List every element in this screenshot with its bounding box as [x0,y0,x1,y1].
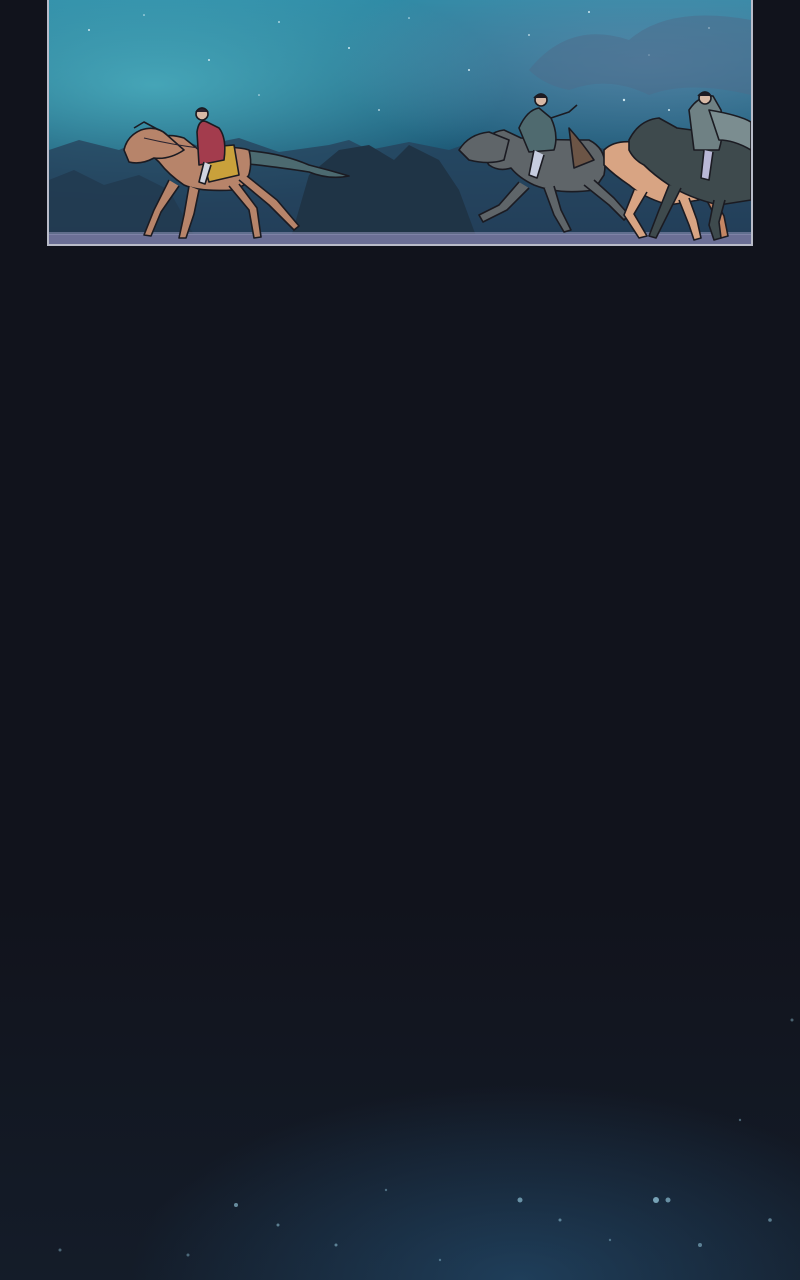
comic-panel [47,0,753,246]
background-glow [0,900,800,1280]
panel-illustration [49,0,751,244]
bottom-particles [58,1018,794,1262]
comic-page [0,0,800,1280]
